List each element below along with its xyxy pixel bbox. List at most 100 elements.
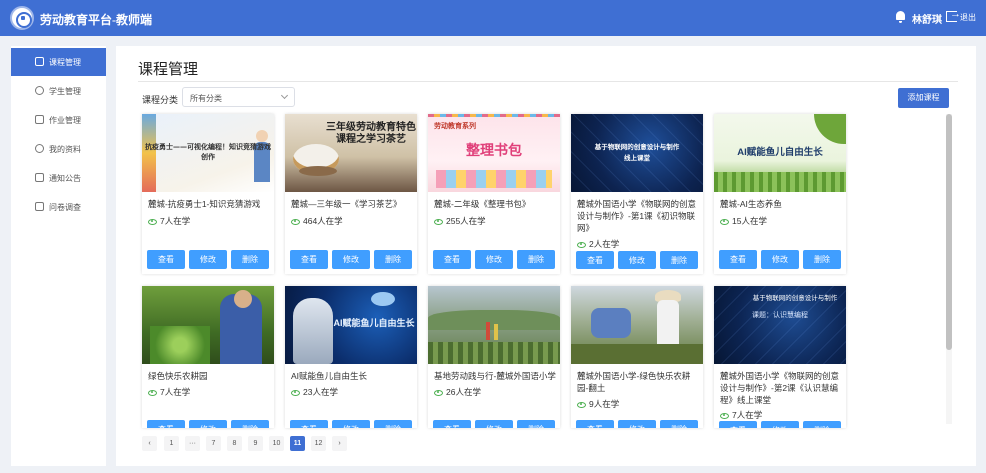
delete-button[interactable]: 删除 <box>803 250 841 269</box>
delete-button[interactable]: 删除 <box>660 251 698 269</box>
document-icon <box>35 57 44 66</box>
view-button[interactable]: 查看 <box>147 250 185 269</box>
view-button[interactable]: 查看 <box>433 420 471 428</box>
edit-button[interactable]: 修改 <box>475 250 513 269</box>
edit-button[interactable]: 修改 <box>189 420 227 428</box>
sidebar-item-homework-management[interactable]: 作业管理 <box>11 106 106 134</box>
course-thumbnail[interactable]: 抗疫勇士——可视化编程！知识竞猜游戏创作 <box>142 114 274 192</box>
edit-button[interactable]: 修改 <box>761 250 799 269</box>
page-button[interactable]: 10 <box>269 436 284 451</box>
course-thumbnail[interactable]: AI赋能鱼儿自由生长 <box>285 286 417 364</box>
thumbnail-caption: 整理书包 <box>466 142 522 158</box>
edit-button[interactable]: 修改 <box>475 420 513 428</box>
delete-button[interactable]: 删除 <box>660 420 698 428</box>
delete-button[interactable]: 删除 <box>803 421 841 428</box>
eye-icon <box>577 241 586 248</box>
page-button[interactable]: 7 <box>206 436 221 451</box>
top-bar: 劳动教育平台-教师端 林舒琪 退出 <box>0 0 986 36</box>
course-title: 基地劳动践与行-麓城外国语小学 <box>434 371 556 381</box>
course-title: 麓城—三年级一《学习茶艺》 <box>291 199 402 209</box>
course-thumbnail[interactable]: AI赋能鱼儿自由生长 <box>714 114 846 192</box>
view-button[interactable]: 查看 <box>576 420 614 428</box>
eye-icon <box>148 218 157 225</box>
pagination: ‹ 1 ··· 7 8 9 10 11 12 › <box>142 436 352 451</box>
edit-button[interactable]: 修改 <box>618 420 656 428</box>
learner-count: 2人在学 <box>577 238 619 250</box>
sidebar-item-my-profile[interactable]: 我的资料 <box>11 135 106 163</box>
filter-label: 课程分类 <box>142 95 179 105</box>
sidebar-item-notices[interactable]: 通知公告 <box>11 164 106 192</box>
edit-button[interactable]: 修改 <box>761 421 799 428</box>
add-course-button[interactable]: 添加课程 <box>898 88 949 108</box>
delete-button[interactable]: 删除 <box>517 250 555 269</box>
edit-button[interactable]: 修改 <box>618 251 656 269</box>
delete-button[interactable]: 删除 <box>374 420 412 428</box>
thumbnail-caption: 抗疫勇士——可视化编程！知识竞猜游戏创作 <box>145 142 271 161</box>
page-button[interactable]: 1 <box>164 436 179 451</box>
sidebar-item-survey[interactable]: 问卷调查 <box>11 193 106 221</box>
view-button[interactable]: 查看 <box>719 250 757 269</box>
page-button[interactable]: 12 <box>311 436 326 451</box>
user-icon <box>35 144 44 153</box>
course-thumbnail[interactable] <box>142 286 274 364</box>
course-title: 麓城-AI生态养鱼 <box>720 199 782 209</box>
view-button[interactable]: 查看 <box>147 420 185 428</box>
view-button[interactable]: 查看 <box>433 250 471 269</box>
sidebar-item-label: 问卷调查 <box>49 203 81 212</box>
view-button[interactable]: 查看 <box>290 420 328 428</box>
course-thumbnail[interactable] <box>428 286 560 364</box>
sidebar-item-label: 我的资料 <box>49 145 81 154</box>
view-button[interactable]: 查看 <box>719 421 757 428</box>
username[interactable]: 林舒琪 <box>912 11 942 26</box>
logout-icon[interactable] <box>946 8 961 22</box>
course-thumbnail[interactable] <box>571 286 703 364</box>
course-title: AI赋能鱼儿自由生长 <box>291 371 368 381</box>
chevron-down-icon <box>280 91 289 100</box>
next-page-button[interactable]: › <box>332 436 347 451</box>
sidebar-item-student-management[interactable]: 学生管理 <box>11 77 106 105</box>
edit-button[interactable]: 修改 <box>189 250 227 269</box>
course-title: 麓城外国语小学-绿色快乐农耕园-翻土 <box>577 371 691 393</box>
course-card: 基于物联网的创意设计与制作 课题：认识慧编程 麓城外国语小学《物联网的创意设计与… <box>714 286 846 428</box>
thumbnail-caption: 基于物联网的创意设计与制作 <box>752 295 838 302</box>
main-panel: 课程管理 课程分类 所有分类 添加课程 抗疫勇士——可视化编程！知识竞猜游戏创作… <box>116 46 976 466</box>
edit-button[interactable]: 修改 <box>332 420 370 428</box>
course-card: 抗疫勇士——可视化编程！知识竞猜游戏创作 麓城-抗疫勇士1-知识竞猜游戏 7人在… <box>142 114 274 274</box>
delete-button[interactable]: 删除 <box>231 250 269 269</box>
eye-icon <box>577 401 586 408</box>
category-select[interactable]: 所有分类 <box>182 87 295 107</box>
course-title: 麓城-抗疫勇士1-知识竞猜游戏 <box>148 199 261 209</box>
page-button-current[interactable]: 11 <box>290 436 305 451</box>
thumbnail-caption: AI赋能鱼儿自由生长 <box>333 318 415 328</box>
course-thumbnail[interactable]: 劳动教育系列 整理书包 <box>428 114 560 192</box>
course-card: 麓城外国语小学-绿色快乐农耕园-翻土 9人在学 查看 修改 删除 <box>571 286 703 428</box>
sidebar-item-label: 通知公告 <box>49 174 81 183</box>
edit-button[interactable]: 修改 <box>332 250 370 269</box>
delete-button[interactable]: 删除 <box>374 250 412 269</box>
course-card: AI赋能鱼儿自由生长 麓城-AI生态养鱼 15人在学 查看 修改 删除 <box>714 114 846 274</box>
eye-icon <box>291 218 300 225</box>
eye-icon <box>720 218 729 225</box>
view-button[interactable]: 查看 <box>290 250 328 269</box>
page-ellipsis[interactable]: ··· <box>185 436 200 451</box>
course-title: 麓城外国语小学《物联网的创意设计与制作》-第1课《初识物联网》 <box>577 199 697 233</box>
page-button[interactable]: 9 <box>248 436 263 451</box>
page-title: 课程管理 <box>138 61 199 78</box>
logout-button[interactable]: 退出 <box>960 12 976 23</box>
scrollbar-thumb[interactable] <box>946 114 952 350</box>
course-card: 劳动教育系列 整理书包 麓城-二年级《整理书包》 255人在学 查看 修改 删除 <box>428 114 560 274</box>
delete-button[interactable]: 删除 <box>231 420 269 428</box>
course-thumbnail[interactable]: 基于物联网的创意设计与制作 课题：认识慧编程 <box>714 286 846 364</box>
course-card: AI赋能鱼儿自由生长 AI赋能鱼儿自由生长 23人在学 查看 修改 删除 <box>285 286 417 428</box>
course-thumbnail[interactable]: 三年级劳动教育特色课程之学习茶艺 <box>285 114 417 192</box>
sidebar-item-course-management[interactable]: 课程管理 <box>11 48 106 76</box>
prev-page-button[interactable]: ‹ <box>142 436 157 451</box>
sidebar-item-label: 课程管理 <box>49 58 81 67</box>
bell-icon[interactable] <box>895 11 906 23</box>
view-button[interactable]: 查看 <box>576 251 614 269</box>
delete-button[interactable]: 删除 <box>517 420 555 428</box>
course-thumbnail[interactable]: 基于物联网的创意设计与制作 线上课堂 <box>571 114 703 192</box>
course-card: 绿色快乐农耕园 7人在学 查看 修改 删除 <box>142 286 274 428</box>
course-title: 麓城外国语小学《物联网的创意设计与制作》-第2课《认识慧编程》线上课堂 <box>720 371 840 405</box>
page-button[interactable]: 8 <box>227 436 242 451</box>
